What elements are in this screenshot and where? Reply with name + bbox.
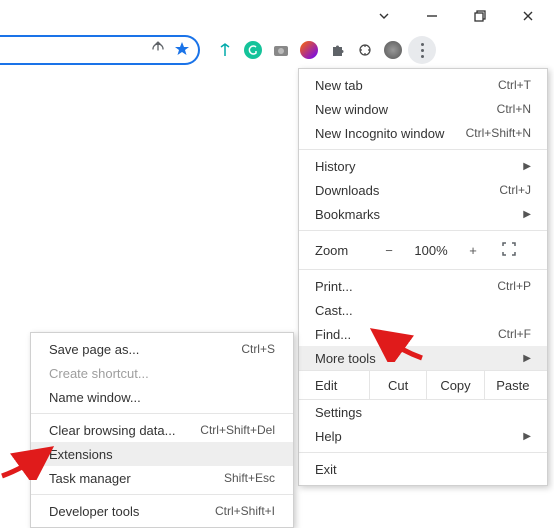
submenu-label: Name window... <box>49 390 141 405</box>
submenu-dev-tools[interactable]: Developer tools Ctrl+Shift+I <box>31 499 293 523</box>
fullscreen-icon[interactable] <box>491 242 527 259</box>
menu-label: Help <box>315 429 342 444</box>
menu-help[interactable]: Help ▶ <box>299 424 547 448</box>
submenu-caret-icon: ▶ <box>523 161 531 172</box>
profile-avatar[interactable] <box>384 41 402 59</box>
chrome-main-menu: New tab Ctrl+T New window Ctrl+N New Inc… <box>298 68 548 486</box>
submenu-caret-icon: ▶ <box>523 353 531 364</box>
menu-shortcut: Ctrl+N <box>497 102 531 116</box>
menu-print[interactable]: Print... Ctrl+P <box>299 274 547 298</box>
submenu-shortcut: Shift+Esc <box>224 471 275 485</box>
menu-new-window[interactable]: New window Ctrl+N <box>299 97 547 121</box>
menu-more-tools[interactable]: More tools ▶ <box>299 346 547 370</box>
extension-icon-1[interactable] <box>216 41 234 59</box>
extension-icon-4[interactable] <box>300 41 318 59</box>
edit-copy-button[interactable]: Copy <box>426 371 483 399</box>
menu-settings[interactable]: Settings <box>299 400 547 424</box>
menu-shortcut: Ctrl+J <box>499 183 531 197</box>
star-icon[interactable] <box>174 41 190 60</box>
more-tools-submenu: Save page as... Ctrl+S Create shortcut..… <box>30 332 294 528</box>
submenu-caret-icon: ▶ <box>523 431 531 442</box>
menu-label: More tools <box>315 351 376 366</box>
submenu-task-manager[interactable]: Task manager Shift+Esc <box>31 466 293 490</box>
menu-label: Print... <box>315 279 353 294</box>
menu-label: Settings <box>315 405 362 420</box>
menu-separator <box>299 269 547 270</box>
menu-shortcut: Ctrl+P <box>497 279 531 293</box>
submenu-name-window[interactable]: Name window... <box>31 385 293 409</box>
menu-separator <box>299 230 547 231</box>
menu-history[interactable]: History ▶ <box>299 154 547 178</box>
submenu-label: Extensions <box>49 447 113 462</box>
menu-label: Bookmarks <box>315 207 380 222</box>
menu-label: New Incognito window <box>315 126 444 141</box>
menu-edit: Edit Cut Copy Paste <box>299 370 547 400</box>
submenu-label: Task manager <box>49 471 131 486</box>
menu-shortcut: Ctrl+T <box>498 78 531 92</box>
zoom-label: Zoom <box>315 243 371 258</box>
submenu-caret-icon: ▶ <box>523 209 531 220</box>
submenu-label: Developer tools <box>49 504 139 519</box>
menu-new-tab[interactable]: New tab Ctrl+T <box>299 73 547 97</box>
three-dots-icon <box>421 43 424 58</box>
menu-label: Exit <box>315 462 337 477</box>
omnibox[interactable] <box>0 35 200 65</box>
minimize-icon[interactable] <box>420 6 444 26</box>
submenu-separator <box>31 494 293 495</box>
menu-label: History <box>315 159 355 174</box>
menu-bookmarks[interactable]: Bookmarks ▶ <box>299 202 547 226</box>
menu-label: Downloads <box>315 183 379 198</box>
zoom-value: 100% <box>407 243 455 258</box>
submenu-create-shortcut: Create shortcut... <box>31 361 293 385</box>
menu-zoom: Zoom − 100% + <box>299 235 547 265</box>
menu-cast[interactable]: Cast... <box>299 298 547 322</box>
restore-icon[interactable] <box>468 6 492 26</box>
menu-new-incognito[interactable]: New Incognito window Ctrl+Shift+N <box>299 121 547 145</box>
zoom-in-button[interactable]: + <box>455 243 491 258</box>
submenu-shortcut: Ctrl+Shift+I <box>215 504 275 518</box>
chevron-down-icon[interactable] <box>372 6 396 26</box>
extensions-row <box>216 41 402 59</box>
menu-find[interactable]: Find... Ctrl+F <box>299 322 547 346</box>
extension-icon-6[interactable] <box>356 41 374 59</box>
submenu-shortcut: Ctrl+Shift+Del <box>200 423 275 437</box>
menu-shortcut: Ctrl+F <box>498 327 531 341</box>
submenu-label: Create shortcut... <box>49 366 149 381</box>
browser-toolbar <box>0 32 554 68</box>
grammarly-icon[interactable] <box>244 41 262 59</box>
share-icon[interactable] <box>150 41 166 60</box>
menu-label: New tab <box>315 78 363 93</box>
menu-label: Find... <box>315 327 351 342</box>
menu-separator <box>299 149 547 150</box>
submenu-extensions[interactable]: Extensions <box>31 442 293 466</box>
submenu-shortcut: Ctrl+S <box>241 342 275 356</box>
submenu-label: Clear browsing data... <box>49 423 175 438</box>
menu-label: New window <box>315 102 388 117</box>
menu-exit[interactable]: Exit <box>299 457 547 481</box>
edit-label: Edit <box>315 378 369 393</box>
menu-downloads[interactable]: Downloads Ctrl+J <box>299 178 547 202</box>
chrome-menu-button[interactable] <box>408 36 436 64</box>
extensions-puzzle-icon[interactable] <box>328 41 346 59</box>
zoom-out-button[interactable]: − <box>371 243 407 258</box>
menu-separator <box>299 452 547 453</box>
close-icon[interactable] <box>516 6 540 26</box>
submenu-separator <box>31 413 293 414</box>
submenu-clear-data[interactable]: Clear browsing data... Ctrl+Shift+Del <box>31 418 293 442</box>
camera-icon[interactable] <box>272 41 290 59</box>
edit-paste-button[interactable]: Paste <box>484 371 541 399</box>
menu-shortcut: Ctrl+Shift+N <box>466 126 531 140</box>
window-caption <box>372 0 554 26</box>
menu-label: Cast... <box>315 303 353 318</box>
submenu-label: Save page as... <box>49 342 139 357</box>
submenu-save-page[interactable]: Save page as... Ctrl+S <box>31 337 293 361</box>
edit-cut-button[interactable]: Cut <box>369 371 426 399</box>
